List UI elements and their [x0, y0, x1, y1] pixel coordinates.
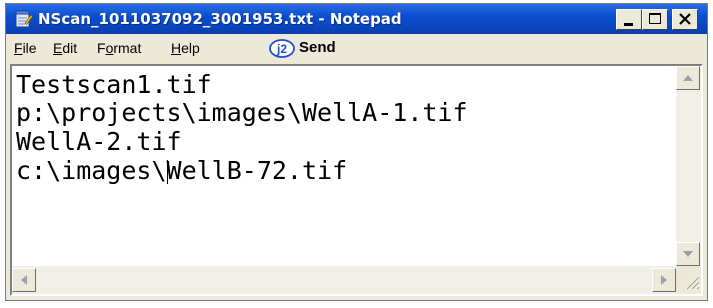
- menu-file[interactable]: File: [14, 40, 37, 56]
- window-title: NScan_1011037092_3001953.txt - Notepad: [38, 10, 402, 28]
- maximize-button[interactable]: [642, 9, 668, 30]
- scroll-up-button[interactable]: [676, 66, 700, 90]
- title-bar[interactable]: NScan_1011037092_3001953.txt - Notepad: [6, 4, 707, 34]
- minimize-button[interactable]: [616, 9, 642, 30]
- close-button[interactable]: [672, 9, 698, 30]
- menu-edit[interactable]: Edit: [53, 40, 77, 56]
- scroll-right-arrow-icon: [661, 275, 667, 285]
- svg-text:j2: j2: [276, 42, 287, 56]
- minimize-icon: [624, 23, 633, 26]
- scroll-down-arrow-icon: [683, 251, 693, 257]
- text-area[interactable]: Testscan1.tif p:\projects\images\WellA-1…: [12, 66, 676, 266]
- scroll-left-button[interactable]: [12, 268, 36, 292]
- scroll-up-arrow-icon: [683, 75, 693, 81]
- vertical-scrollbar[interactable]: [676, 66, 701, 266]
- text-line: p:\projects\images\WellA-1.tif: [16, 98, 468, 127]
- resize-grip[interactable]: [676, 266, 701, 294]
- menu-help[interactable]: Help: [171, 40, 200, 56]
- scroll-left-arrow-icon: [21, 275, 27, 285]
- maximize-icon: [649, 13, 661, 24]
- scroll-down-button[interactable]: [676, 242, 700, 266]
- scroll-right-button[interactable]: [652, 268, 676, 292]
- menu-bar: File Edit Format Help j2 Send: [6, 35, 707, 63]
- j2-send-icon: j2: [269, 39, 295, 58]
- editor-frame: Testscan1.tif p:\projects\images\WellA-1…: [10, 64, 703, 296]
- menu-format[interactable]: Format: [97, 40, 141, 56]
- send-label: Send: [299, 39, 336, 56]
- text-line: Testscan1.tif: [16, 70, 212, 99]
- horizontal-scrollbar[interactable]: [12, 266, 676, 294]
- resize-grip-icon: [685, 275, 700, 290]
- notepad-window: NScan_1011037092_3001953.txt - Notepad F…: [5, 3, 708, 301]
- text-line: c:\images\WellB-72.tif: [16, 156, 348, 185]
- text-caret: [167, 160, 168, 184]
- notepad-icon: [15, 10, 33, 28]
- text-line: WellA-2.tif: [16, 127, 182, 156]
- close-icon: [679, 13, 691, 25]
